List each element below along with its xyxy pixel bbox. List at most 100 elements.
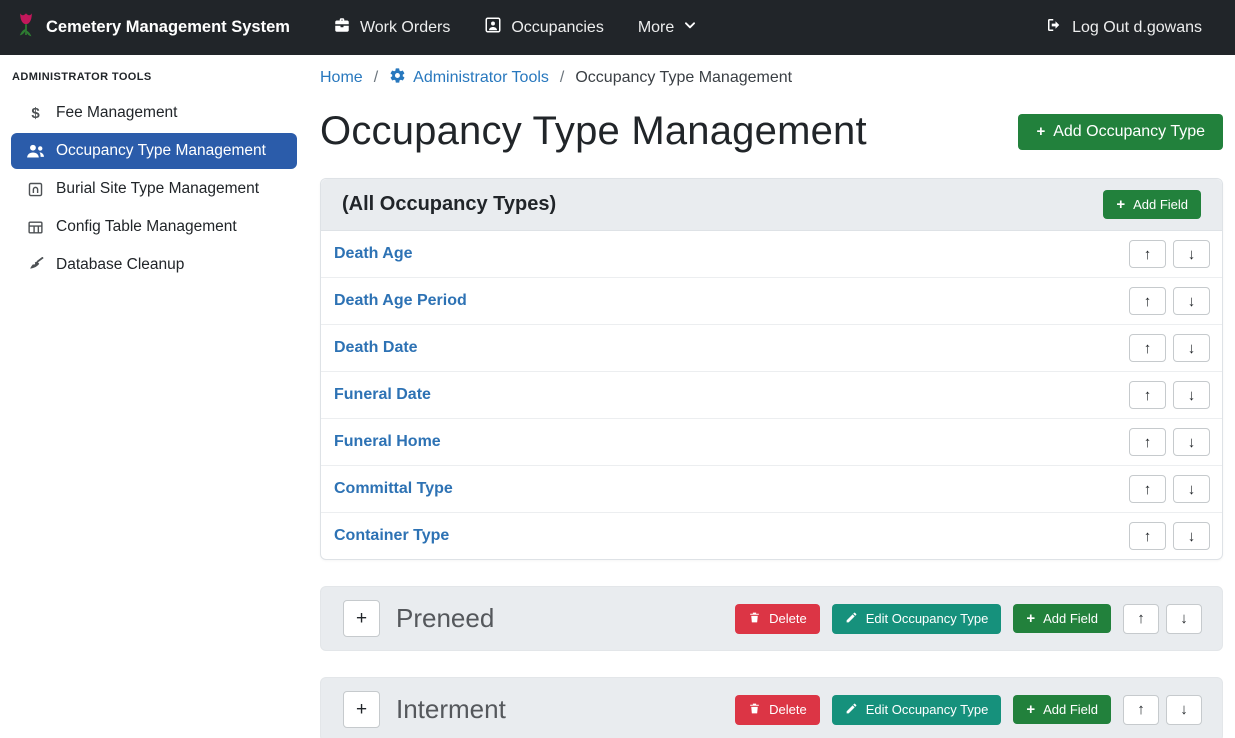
edit-occupancy-type-button[interactable]: Edit Occupancy Type <box>832 604 1002 634</box>
occupancy-type-section-preneed: + Preneed Delete Edit Occupancy Type <box>320 586 1223 651</box>
app-title: Cemetery Management System <box>46 18 290 37</box>
main-content: Home / Administrator Tools / Occupancy T… <box>308 55 1235 738</box>
occupancy-icon <box>484 16 502 39</box>
add-field-label: Add Field <box>1133 197 1188 212</box>
sidebar-heading: ADMINISTRATOR TOOLS <box>0 63 308 95</box>
breadcrumb-home-link[interactable]: Home <box>320 69 363 87</box>
field-link[interactable]: Death Age Period <box>334 292 467 310</box>
edit-occupancy-type-label: Edit Occupancy Type <box>866 611 989 626</box>
sidebar-item-burial-site-type-management[interactable]: Burial Site Type Management <box>11 171 297 207</box>
sidebar-item-occupancy-type-management[interactable]: Occupancy Type Management <box>11 133 297 169</box>
reorder-controls: ↑ ↓ <box>1123 695 1202 725</box>
reorder-controls: ↑ ↓ <box>1129 287 1210 315</box>
move-up-button[interactable]: ↑ <box>1129 334 1166 362</box>
add-field-button[interactable]: + Add Field <box>1013 695 1111 724</box>
add-occupancy-type-button[interactable]: + Add Occupancy Type <box>1018 114 1223 150</box>
move-up-button[interactable]: ↑ <box>1129 381 1166 409</box>
trash-icon <box>748 611 761 627</box>
field-link[interactable]: Funeral Date <box>334 386 431 404</box>
users-icon <box>24 143 47 159</box>
plus-icon: + <box>356 699 367 721</box>
dollar-icon: $ <box>24 105 47 122</box>
move-down-button[interactable]: ↓ <box>1166 604 1202 634</box>
reorder-controls: ↑ ↓ <box>1129 240 1210 268</box>
arrow-down-icon: ↓ <box>1188 434 1196 451</box>
move-down-button[interactable]: ↓ <box>1173 475 1210 503</box>
nav-item-label: More <box>638 19 674 37</box>
arrow-up-icon: ↑ <box>1144 434 1152 451</box>
card-header: (All Occupancy Types) + Add Field <box>321 179 1222 231</box>
move-down-button[interactable]: ↓ <box>1173 428 1210 456</box>
move-down-button[interactable]: ↓ <box>1173 381 1210 409</box>
arrow-up-icon: ↑ <box>1137 610 1145 627</box>
sidebar-item-label: Fee Management <box>56 104 178 122</box>
move-up-button[interactable]: ↑ <box>1129 287 1166 315</box>
move-down-button[interactable]: ↓ <box>1173 287 1210 315</box>
top-navbar: Cemetery Management System Work Orders O… <box>0 0 1235 55</box>
sidebar-item-database-cleanup[interactable]: Database Cleanup <box>11 247 297 283</box>
field-link[interactable]: Death Age <box>334 245 413 263</box>
move-up-button[interactable]: ↑ <box>1129 475 1166 503</box>
move-up-button[interactable]: ↑ <box>1123 604 1159 634</box>
arrow-down-icon: ↓ <box>1188 528 1196 545</box>
move-up-button[interactable]: ↑ <box>1129 428 1166 456</box>
field-link[interactable]: Funeral Home <box>334 433 441 451</box>
arrow-down-icon: ↓ <box>1180 610 1188 627</box>
field-row: Funeral Home ↑ ↓ <box>321 419 1222 466</box>
reorder-controls: ↑ ↓ <box>1129 334 1210 362</box>
move-down-button[interactable]: ↓ <box>1173 522 1210 550</box>
breadcrumb-separator: / <box>560 69 564 87</box>
sidebar-item-fee-management[interactable]: $ Fee Management <box>11 95 297 131</box>
field-link[interactable]: Committal Type <box>334 480 453 498</box>
reorder-controls: ↑ ↓ <box>1129 381 1210 409</box>
add-field-label: Add Field <box>1043 611 1098 626</box>
move-down-button[interactable]: ↓ <box>1173 334 1210 362</box>
add-field-button[interactable]: + Add Field <box>1103 190 1201 219</box>
field-row: Committal Type ↑ ↓ <box>321 466 1222 513</box>
edit-occupancy-type-label: Edit Occupancy Type <box>866 702 989 717</box>
add-occupancy-type-label: Add Occupancy Type <box>1053 123 1205 141</box>
nav-item-work-orders[interactable]: Work Orders <box>316 0 467 55</box>
move-down-button[interactable]: ↓ <box>1173 240 1210 268</box>
field-row: Funeral Date ↑ ↓ <box>321 372 1222 419</box>
breadcrumb-admin-tools-label: Administrator Tools <box>413 69 549 87</box>
nav-item-occupancies[interactable]: Occupancies <box>467 0 621 55</box>
add-field-label: Add Field <box>1043 702 1098 717</box>
section-title: Interment <box>396 694 506 725</box>
move-down-button[interactable]: ↓ <box>1166 695 1202 725</box>
tulip-logo-icon <box>16 11 36 44</box>
card-title: (All Occupancy Types) <box>342 193 556 216</box>
sidebar-item-label: Burial Site Type Management <box>56 180 259 198</box>
breadcrumb-admin-tools-link[interactable]: Administrator Tools <box>389 67 549 89</box>
sidebar-item-label: Database Cleanup <box>56 256 184 274</box>
burial-site-icon <box>24 181 47 198</box>
broom-icon <box>24 257 47 273</box>
plus-icon: + <box>1026 702 1035 717</box>
arrow-up-icon: ↑ <box>1144 293 1152 310</box>
add-field-button[interactable]: + Add Field <box>1013 604 1111 633</box>
arrow-up-icon: ↑ <box>1144 246 1152 263</box>
field-link[interactable]: Container Type <box>334 527 449 545</box>
delete-button[interactable]: Delete <box>735 695 820 725</box>
breadcrumb-current: Occupancy Type Management <box>575 69 792 87</box>
nav-item-label: Occupancies <box>511 19 604 37</box>
move-up-button[interactable]: ↑ <box>1123 695 1159 725</box>
sidebar-item-label: Occupancy Type Management <box>56 142 266 160</box>
sidebar-item-config-table-management[interactable]: Config Table Management <box>11 209 297 245</box>
arrow-down-icon: ↓ <box>1188 340 1196 357</box>
move-up-button[interactable]: ↑ <box>1129 240 1166 268</box>
arrow-up-icon: ↑ <box>1144 387 1152 404</box>
edit-occupancy-type-button[interactable]: Edit Occupancy Type <box>832 695 1002 725</box>
logout-button[interactable]: Log Out d.gowans <box>1028 0 1219 55</box>
reorder-controls: ↑ ↓ <box>1123 604 1202 634</box>
nav-item-more[interactable]: More <box>621 0 714 55</box>
field-link[interactable]: Death Date <box>334 339 418 357</box>
delete-button[interactable]: Delete <box>735 604 820 634</box>
arrow-down-icon: ↓ <box>1188 293 1196 310</box>
expand-section-button[interactable]: + <box>343 691 380 728</box>
expand-section-button[interactable]: + <box>343 600 380 637</box>
app-brand[interactable]: Cemetery Management System <box>16 11 290 44</box>
move-up-button[interactable]: ↑ <box>1129 522 1166 550</box>
arrow-up-icon: ↑ <box>1144 340 1152 357</box>
field-row: Container Type ↑ ↓ <box>321 513 1222 559</box>
